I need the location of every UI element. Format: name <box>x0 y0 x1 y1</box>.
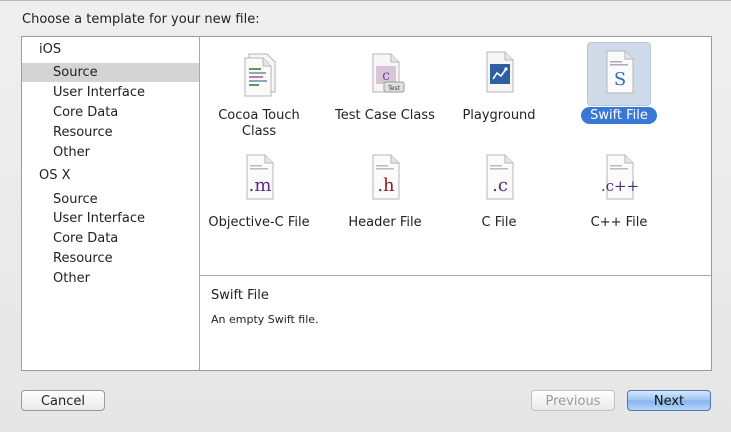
template-playground[interactable]: Playground <box>440 42 558 142</box>
c-glyph: .c <box>492 175 508 196</box>
sidebar-item-ios-user-interface[interactable]: User Interface <box>22 83 199 102</box>
template-c-file[interactable]: .c C File <box>440 149 558 249</box>
sidebar-item-ios-other[interactable]: Other <box>22 143 199 162</box>
platform-sidebar: iOS Source User Interface Core Data Reso… <box>22 37 200 370</box>
template-objective-c-file[interactable]: .m Objective-C File <box>200 149 318 249</box>
cancel-button[interactable]: Cancel <box>21 390 105 411</box>
test-case-class-icon: c Test <box>354 42 416 104</box>
template-label: Test Case Class <box>335 108 435 123</box>
sidebar-item-ios-core-data[interactable]: Core Data <box>22 103 199 122</box>
sidebar-item-osx-resource[interactable]: Resource <box>22 249 199 268</box>
template-cocoa-touch-class[interactable]: Cocoa Touch Class <box>200 42 318 142</box>
c-file-icon: .c <box>468 149 530 211</box>
template-label-text: Swift File <box>581 107 657 124</box>
sidebar-item-osx-source[interactable]: Source <box>22 190 199 209</box>
template-label: C File <box>481 215 517 230</box>
template-grid: Cocoa Touch Class c Test Test Case Class <box>200 37 711 276</box>
header-file-icon: .h <box>354 149 416 211</box>
next-button[interactable]: Next <box>627 390 711 411</box>
swift-file-icon: S <box>587 42 651 106</box>
new-file-sheet: Choose a template for your new file: iOS… <box>0 0 731 432</box>
sidebar-group-osx[interactable]: OS X <box>39 168 71 183</box>
template-label: Cocoa Touch Class <box>218 108 300 139</box>
description-title: Swift File <box>211 288 269 303</box>
template-description-panel: Swift File An empty Swift file. <box>200 276 711 370</box>
sidebar-item-osx-other[interactable]: Other <box>22 269 199 288</box>
sidebar-item-osx-user-interface[interactable]: User Interface <box>22 209 199 228</box>
sidebar-group-ios[interactable]: iOS <box>39 42 61 57</box>
sidebar-item-ios-source[interactable]: Source <box>22 63 199 82</box>
template-label: Swift File <box>560 107 678 124</box>
template-swift-file[interactable]: S Swift File <box>560 42 678 142</box>
description-text: An empty Swift file. <box>211 313 319 326</box>
test-badge-text: Test <box>387 85 400 92</box>
template-cpp-file[interactable]: .c++ C++ File <box>560 149 678 249</box>
swift-glyph: S <box>614 69 626 90</box>
template-label: Header File <box>348 215 422 230</box>
cocoa-touch-class-icon <box>228 42 290 104</box>
template-label: C++ File <box>590 215 648 230</box>
template-label: Objective-C File <box>208 215 310 230</box>
template-chooser: iOS Source User Interface Core Data Reso… <box>21 36 712 371</box>
template-label: Playground <box>462 108 536 123</box>
sidebar-item-osx-core-data[interactable]: Core Data <box>22 229 199 248</box>
template-header-file[interactable]: .h Header File <box>326 149 444 249</box>
objc-glyph: .m <box>249 175 272 196</box>
dialog-prompt: Choose a template for your new file: <box>22 12 260 27</box>
previous-button[interactable]: Previous <box>531 390 615 411</box>
cpp-glyph: .c++ <box>601 177 639 195</box>
cpp-file-icon: .c++ <box>588 149 650 211</box>
sidebar-item-ios-resource[interactable]: Resource <box>22 123 199 142</box>
template-test-case-class[interactable]: c Test Test Case Class <box>326 42 444 142</box>
header-glyph: .h <box>377 175 395 196</box>
playground-icon <box>468 42 530 104</box>
objective-c-file-icon: .m <box>228 149 290 211</box>
